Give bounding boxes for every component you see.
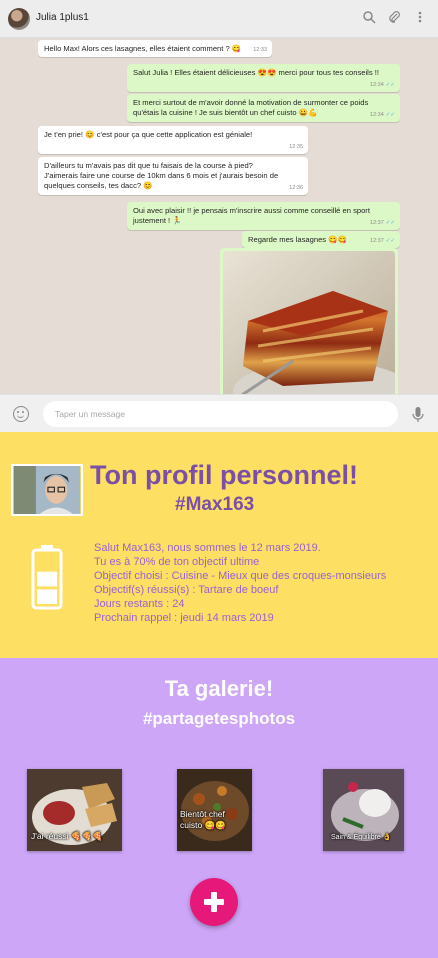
message-composer [0, 394, 438, 432]
message-text: Hello Max! Alors ces lasagnes, elles éta… [44, 44, 242, 53]
message-time: 12:33 [253, 47, 267, 53]
message-bubble[interactable]: Salut Julia ! Elles étaient délicieuses … [127, 64, 400, 92]
chat-header: Julia 1plus1 [0, 0, 438, 38]
contact-avatar[interactable] [8, 8, 30, 30]
battery-segment [37, 571, 57, 587]
message-input[interactable] [43, 401, 398, 427]
message-time: 12:36 [289, 185, 303, 191]
gallery-hashtag: #partagetesphotos [142, 709, 296, 728]
photo-caption: J'ai réussi 🍕🍕🍕 [31, 831, 103, 841]
photo-caption: Bientôt chef cuisto 😋😋 [180, 809, 226, 830]
gallery-photo[interactable]: J'ai réussi 🍕🍕🍕 [27, 769, 122, 851]
message-time: 12:35 [289, 144, 303, 150]
mic-icon[interactable] [411, 406, 425, 424]
gallery-photo[interactable]: Sain & Équilibré 👌 [323, 769, 404, 851]
message-text: Salut Julia ! Elles étaient délicieuses … [133, 68, 379, 77]
message-bubble[interactable]: Je t'en prie! 😊 c'est pour ça que cette … [38, 126, 308, 154]
profile-avatar[interactable] [11, 464, 83, 516]
message-bubble[interactable]: Hello Max! Alors ces lasagnes, elles éta… [38, 40, 272, 57]
message-text: Je t'en prie! 😊 c'est pour ça que cette … [44, 130, 253, 139]
message-bubble[interactable]: D'ailleurs tu m'avais pas dit que tu fai… [38, 157, 308, 195]
gallery-section: Ta galerie! #partagetesphotos J'ai réuss… [0, 658, 438, 958]
gallery-photo[interactable]: Bientôt chef cuisto 😋😋 [177, 769, 252, 851]
search-icon[interactable] [361, 10, 377, 26]
profile-goal: Objectif choisi : Cuisine - Mieux que de… [94, 570, 387, 582]
message-list[interactable]: Hello Max! Alors ces lasagnes, elles éta… [0, 38, 438, 394]
profile-days-left: Jours restants : 24 [94, 598, 185, 610]
photo-message[interactable] [220, 248, 398, 394]
lasagna-photo[interactable] [223, 251, 395, 394]
menu-dots-icon[interactable] [412, 10, 428, 26]
profile-title: Ton profil personnel! [90, 460, 358, 490]
battery-segment [37, 589, 57, 604]
profile-greeting: Salut Max163, nous sommes le 12 mars 201… [94, 542, 321, 554]
message-text: Et merci surtout de m'avoir donné la mot… [133, 98, 369, 117]
profile-summary: Salut Max163, nous sommes le 12 mars 201… [94, 541, 424, 625]
message-bubble[interactable]: Regarde mes lasagnes 😋😋 12:37 ✓✓ [242, 231, 400, 248]
message-time: 12:34 ✓✓ [370, 82, 395, 88]
battery-icon [31, 545, 63, 610]
message-time: 12:37 ✓✓ [370, 238, 395, 244]
chat-panel: Julia 1plus1 Hello Max! Alors ces lasagn… [0, 0, 438, 432]
goal-progress-fill [37, 571, 57, 604]
message-text: Oui avec plaisir !! je pensais m'inscrir… [133, 206, 370, 225]
contact-name[interactable]: Julia 1plus1 [36, 12, 89, 23]
add-photo-button[interactable] [190, 878, 238, 926]
profile-next-reminder: Prochain rappel : jeudi 14 mars 2019 [94, 612, 274, 624]
message-text: D'ailleurs tu m'avais pas dit que tu fai… [44, 161, 279, 190]
profile-section: Ton profil personnel! #Max163 Salut Max1… [0, 432, 438, 658]
message-time: 12:34 ✓✓ [370, 112, 395, 118]
gallery-title: Ta galerie! [164, 676, 274, 701]
profile-achieved: Objectif(s) réussi(s) : Tartare de boeuf [94, 584, 279, 596]
paperclip-icon[interactable] [386, 10, 402, 26]
profile-username: #Max163 [175, 494, 255, 515]
profile-progress: Tu es à 70% de ton objectif ultime [94, 556, 260, 568]
message-bubble[interactable]: Oui avec plaisir !! je pensais m'inscrir… [127, 202, 400, 230]
message-time: 12:37 ✓✓ [370, 220, 395, 226]
emoji-icon[interactable] [13, 406, 29, 422]
message-bubble[interactable]: Et merci surtout de m'avoir donné la mot… [127, 94, 400, 122]
photo-caption: Sain & Équilibré 👌 [331, 834, 392, 841]
